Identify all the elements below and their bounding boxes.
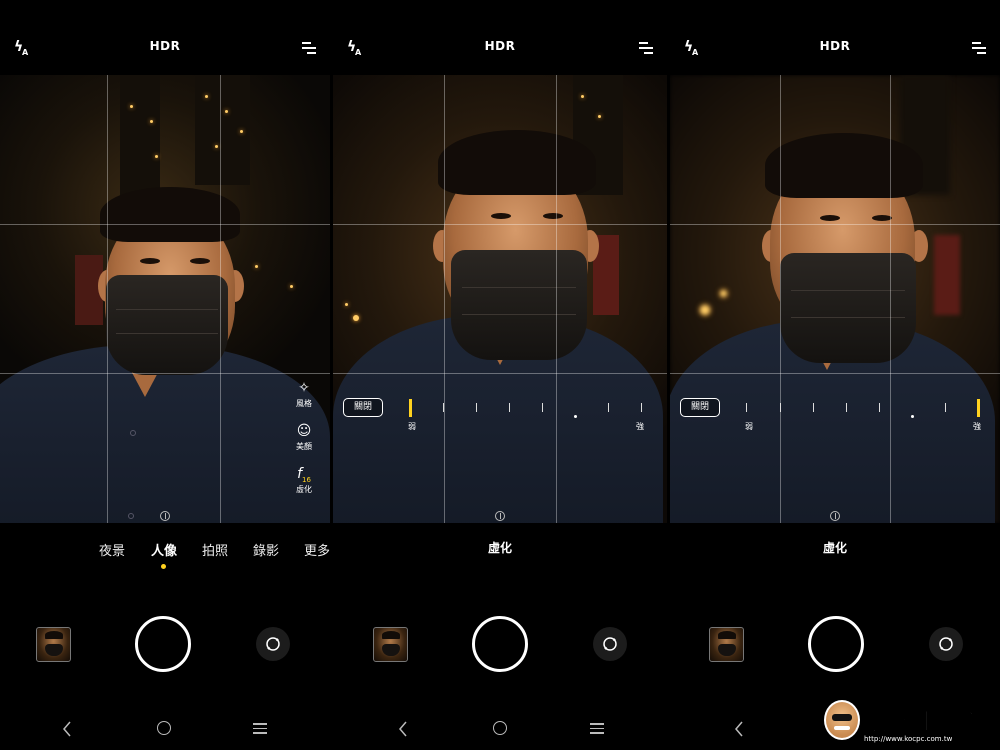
grid-line	[890, 75, 891, 523]
shutter-button[interactable]	[808, 616, 864, 672]
system-nav-bar	[333, 718, 667, 746]
grid-line	[780, 75, 781, 523]
weak-label: 弱	[745, 422, 753, 431]
recents-icon[interactable]	[253, 723, 267, 734]
back-icon[interactable]	[734, 721, 744, 737]
hdr-toggle[interactable]: HDR	[333, 39, 667, 53]
beauty-button[interactable]: ☺ 美顏	[292, 423, 316, 452]
grid-line	[444, 75, 445, 523]
switch-camera-icon	[266, 637, 280, 651]
grid-line	[0, 224, 330, 225]
blur-slider-track[interactable]	[401, 399, 643, 418]
switch-camera-button[interactable]	[929, 627, 963, 661]
mode-more[interactable]: 更多	[304, 540, 330, 559]
blur-slider-thumb[interactable]	[409, 399, 412, 417]
system-nav-bar	[0, 718, 330, 746]
watermark-url: http://www.kocpc.com.tw	[864, 735, 953, 743]
blur-slider[interactable]: 關閉 弱 強	[678, 394, 986, 434]
style-icon: ✧	[298, 380, 310, 396]
hdr-toggle[interactable]: HDR	[0, 39, 330, 53]
camera-panel-portrait: ϟA HDR ✧ 風格 ☺ 美顏 f16 虛化 夜景 人像 拍照 錄影 更多	[0, 0, 330, 750]
settings-menu-icon[interactable]	[302, 42, 316, 54]
aperture-icon: f16	[297, 466, 311, 484]
top-bar: ϟA HDR	[670, 36, 1000, 62]
settings-menu-icon[interactable]	[972, 42, 986, 54]
blur-title: 虛化	[487, 541, 512, 555]
portrait-subject	[0, 75, 330, 523]
side-tools: ✧ 風格 ☺ 美顏 f16 虛化	[292, 380, 316, 509]
blur-slider-thumb[interactable]	[977, 399, 980, 417]
viewfinder[interactable]: ✧ 風格 ☺ 美顏 f16 虛化	[0, 75, 330, 523]
switch-camera-icon	[939, 637, 953, 651]
active-mode-indicator	[161, 564, 166, 569]
camera-panel-blur-weak: ϟA HDR 關閉 弱 強 虛化	[333, 0, 667, 750]
style-label: 風格	[296, 399, 312, 408]
top-bar: ϟA HDR	[333, 36, 667, 62]
switch-camera-button[interactable]	[593, 627, 627, 661]
blur-button[interactable]: f16 虛化	[292, 466, 316, 495]
portrait-subject	[670, 75, 1000, 523]
mode-night[interactable]: 夜景	[99, 540, 125, 559]
back-icon[interactable]	[62, 721, 72, 737]
beauty-label: 美顏	[296, 442, 312, 451]
gallery-thumbnail[interactable]	[36, 627, 71, 662]
grid-line	[107, 75, 108, 523]
blur-slider[interactable]: 關閉 弱 強	[341, 394, 653, 434]
grid-line	[670, 224, 1000, 225]
blur-slider-track[interactable]	[738, 399, 980, 418]
blur-title: 虛化	[822, 541, 847, 555]
beauty-icon: ☺	[296, 423, 312, 439]
grid-line	[670, 373, 1000, 374]
settings-menu-icon[interactable]	[639, 42, 653, 54]
level-indicator-icon	[160, 511, 170, 521]
portrait-subject	[333, 75, 667, 523]
shutter-button[interactable]	[135, 616, 191, 672]
mode-video[interactable]: 錄影	[253, 540, 279, 559]
level-indicator-icon	[830, 511, 840, 521]
mode-portrait[interactable]: 人像	[151, 540, 177, 559]
recents-icon[interactable]	[590, 723, 604, 734]
level-indicator-icon	[495, 511, 505, 521]
hdr-toggle[interactable]: HDR	[670, 39, 1000, 53]
camera-panel-blur-strong: ϟA HDR 關閉 弱 強 虛化 電腦王阿達 http://www.kocpc.…	[670, 0, 1000, 750]
shutter-button[interactable]	[472, 616, 528, 672]
gallery-thumbnail[interactable]	[373, 627, 408, 662]
grid-line	[220, 75, 221, 523]
home-icon[interactable]	[157, 721, 171, 735]
strong-label: 強	[636, 422, 644, 431]
style-button[interactable]: ✧ 風格	[292, 380, 316, 409]
mode-photo[interactable]: 拍照	[202, 540, 228, 559]
viewfinder[interactable]	[670, 75, 1000, 523]
mode-selector: 夜景 人像 拍照 錄影 更多	[0, 540, 330, 570]
grid-line	[333, 373, 667, 374]
strong-label: 強	[973, 422, 981, 431]
blur-label: 虛化	[296, 485, 312, 494]
top-bar: ϟA HDR	[0, 36, 330, 62]
grid-line	[0, 373, 330, 374]
watermark-text: 電腦王阿達	[861, 707, 993, 737]
mascot-face-icon	[824, 700, 860, 740]
grid-line	[333, 224, 667, 225]
weak-label: 弱	[408, 422, 416, 431]
site-watermark-logo: 電腦王阿達 http://www.kocpc.com.tw	[824, 698, 994, 748]
blur-off-button[interactable]: 關閉	[343, 398, 383, 417]
switch-camera-icon	[603, 637, 617, 651]
viewfinder[interactable]	[333, 75, 667, 523]
switch-camera-button[interactable]	[256, 627, 290, 661]
gallery-thumbnail[interactable]	[709, 627, 744, 662]
grid-line	[556, 75, 557, 523]
home-icon[interactable]	[493, 721, 507, 735]
blur-off-button[interactable]: 關閉	[680, 398, 720, 417]
back-icon[interactable]	[398, 721, 408, 737]
